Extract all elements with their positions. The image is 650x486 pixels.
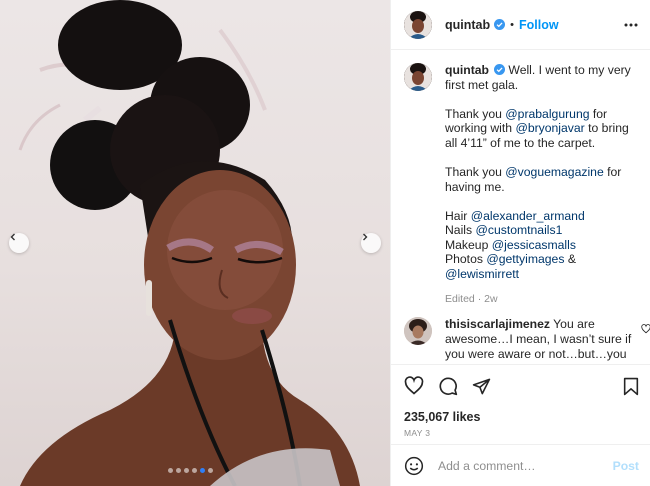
- comment-username[interactable]: thisiscarlajimenez: [445, 317, 550, 331]
- mention-link[interactable]: @prabalgurung: [505, 107, 589, 121]
- carousel-dot: [176, 468, 181, 473]
- mention-link[interactable]: @gettyimages: [486, 252, 564, 266]
- credit-role: Makeup: [445, 237, 492, 252]
- comment-text: thisiscarlajimenez You are awesome…I mea…: [445, 317, 640, 363]
- credit-suffix: &: [564, 252, 576, 267]
- avatar[interactable]: [404, 10, 432, 39]
- previous-photo-button[interactable]: [9, 233, 29, 253]
- like-count[interactable]: 235,067 likes: [404, 410, 639, 424]
- avatar-image: [404, 63, 432, 91]
- caption-text-segment: Thank you: [445, 164, 506, 179]
- carousel-dot: [168, 468, 173, 473]
- avatar-image: [404, 317, 432, 345]
- caption: quintab Well. I went to my very first me…: [404, 63, 639, 307]
- author-username[interactable]: quintab: [445, 18, 490, 32]
- portrait-image: [18, 0, 360, 486]
- carousel-dot: [184, 468, 189, 473]
- post-comment-button[interactable]: Post: [613, 459, 639, 473]
- avatar[interactable]: [404, 63, 432, 91]
- post-date[interactable]: MAY 3: [404, 428, 639, 438]
- emoji-icon[interactable]: [404, 456, 424, 476]
- avatar-image: [404, 10, 432, 39]
- action-icons: [404, 375, 639, 397]
- follow-button[interactable]: Follow: [519, 18, 559, 32]
- heart-icon[interactable]: [641, 324, 650, 334]
- credit-role: Hair: [445, 208, 471, 223]
- caption-text: quintab Well. I went to my very first me…: [445, 63, 639, 307]
- caption-username[interactable]: quintab: [445, 63, 489, 77]
- action-bar: 235,067 likes MAY 3: [391, 364, 650, 444]
- mention-link[interactable]: @lewismirrett: [445, 267, 519, 281]
- comment: thisiscarlajimenez You are awesome…I mea…: [404, 317, 650, 363]
- verified-badge-icon: [494, 19, 506, 30]
- chevron-right-icon: [363, 233, 368, 241]
- comment-input[interactable]: [438, 458, 608, 473]
- credits: Hair @alexander_armand Nails @customtnai…: [445, 209, 639, 282]
- post-header: quintab • Follow: [391, 0, 650, 50]
- mention-link[interactable]: @customtnails1: [475, 223, 562, 237]
- carousel-dot: [192, 468, 197, 473]
- chevron-left-icon: [10, 233, 15, 241]
- post-photo[interactable]: [0, 0, 390, 486]
- carousel-dot: [208, 468, 213, 473]
- mention-link[interactable]: @jessicasmalls: [492, 238, 576, 252]
- next-photo-button[interactable]: [361, 233, 381, 253]
- avatar[interactable]: [404, 317, 432, 345]
- mention-link[interactable]: @voguemagazine: [505, 165, 603, 179]
- share-icon[interactable]: [472, 377, 491, 396]
- credit-role: Nails: [445, 223, 476, 238]
- carousel-dot-active: [200, 468, 205, 473]
- separator-dot: •: [510, 18, 514, 31]
- add-comment-bar: Post: [391, 444, 650, 486]
- comment-icon[interactable]: [438, 376, 458, 396]
- verified-badge-icon: [494, 64, 506, 75]
- mention-link[interactable]: @bryonjavar: [515, 121, 584, 135]
- credit-role: Photos: [445, 252, 487, 267]
- mention-link[interactable]: @alexander_armand: [471, 209, 585, 223]
- carousel-indicator: [168, 468, 213, 473]
- edited-timestamp: Edited · 2w: [445, 293, 498, 306]
- caption-text-segment: Thank you: [445, 106, 506, 121]
- more-options-icon[interactable]: [624, 23, 638, 27]
- post-sidebar: quintab • Follow quintab Well. I went to…: [390, 0, 650, 486]
- bookmark-icon[interactable]: [623, 377, 639, 396]
- heart-icon[interactable]: [404, 376, 424, 396]
